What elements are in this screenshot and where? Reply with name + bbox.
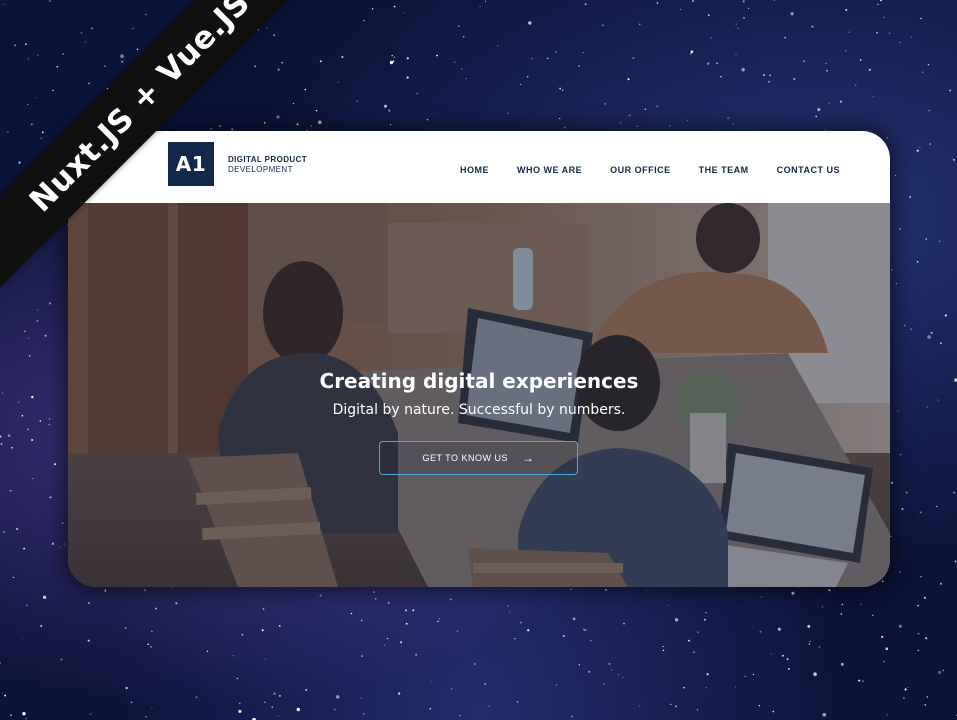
hero-dark-overlay [68, 203, 890, 587]
logo-line-1: DIGITAL PRODUCT [228, 155, 308, 164]
get-to-know-us-button[interactable]: GET TO KNOW US → [379, 441, 578, 475]
website-preview-card: A1 DIGITAL PRODUCT DEVELOPMENT HOME WHO … [68, 131, 890, 587]
nav-item-home[interactable]: HOME [460, 165, 489, 175]
nav-item-our-office[interactable]: OUR OFFICE [610, 165, 671, 175]
nav-item-who-we-are[interactable]: WHO WE ARE [517, 165, 582, 175]
cta-label: GET TO KNOW US [422, 453, 508, 463]
nav-item-contact-us[interactable]: CONTACT US [777, 165, 840, 175]
hero-subtitle: Digital by nature. Successful by numbers… [332, 402, 626, 418]
hero-section: Creating digital experiences Digital by … [68, 203, 890, 587]
hero-title: Creating digital experiences [319, 369, 639, 393]
logo-wordmark[interactable]: DIGITAL PRODUCT DEVELOPMENT [228, 155, 307, 175]
site-header: A1 DIGITAL PRODUCT DEVELOPMENT HOME WHO … [68, 131, 890, 203]
main-navigation: HOME WHO WE ARE OUR OFFICE THE TEAM CONT… [460, 165, 840, 175]
nav-item-the-team[interactable]: THE TEAM [699, 165, 749, 175]
logo-line-2: DEVELOPMENT [228, 165, 293, 174]
logo-mark[interactable]: A1 [168, 142, 214, 186]
arrow-right-icon: → [522, 451, 535, 465]
